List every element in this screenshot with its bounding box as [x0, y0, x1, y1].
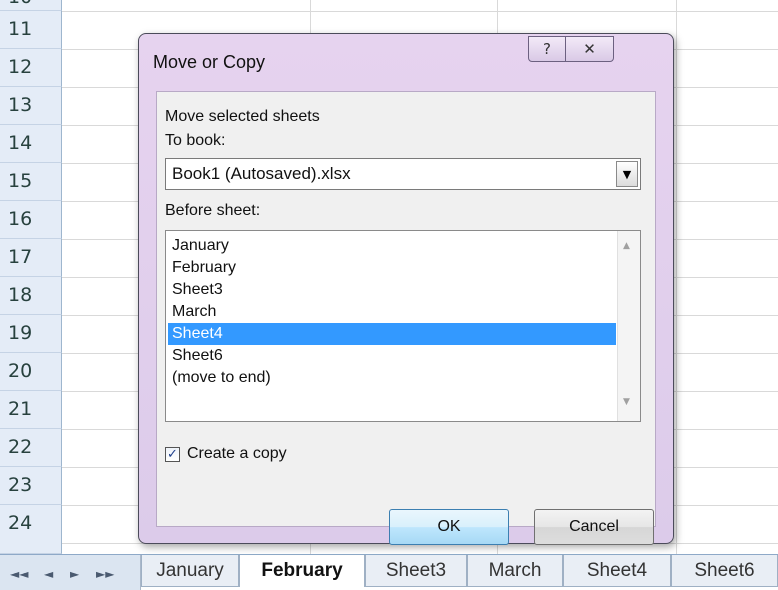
row-header[interactable]: 19	[0, 315, 62, 353]
list-scrollbar[interactable]: ▲ ▼	[617, 231, 640, 421]
row-header[interactable]: 17	[0, 239, 62, 277]
move-selected-sheets-label: Move selected sheets	[165, 108, 320, 125]
list-item[interactable]: Sheet6	[168, 345, 616, 367]
dialog-title: Move or Copy	[153, 52, 266, 72]
help-icon: ?	[543, 40, 551, 58]
list-item-selected[interactable]: Sheet4	[168, 323, 616, 345]
next-sheet-icon[interactable]: ►	[70, 567, 79, 581]
list-item[interactable]: January	[168, 235, 616, 257]
first-sheet-icon[interactable]: ◄◄	[10, 567, 28, 581]
prev-sheet-icon[interactable]: ◄	[44, 567, 53, 581]
list-item[interactable]: February	[168, 257, 616, 279]
row-header[interactable]: 23	[0, 467, 62, 505]
row-header[interactable]: 11	[0, 11, 62, 49]
list-item[interactable]: March	[168, 301, 616, 323]
dropdown-arrow-icon[interactable]: ▼	[616, 161, 638, 187]
row-header[interactable]: 20	[0, 353, 62, 391]
before-sheet-list[interactable]: January February Sheet3 March Sheet4 She…	[165, 230, 641, 422]
row-header[interactable]: 14	[0, 125, 62, 163]
close-button[interactable]: ✕	[565, 36, 614, 62]
row-header[interactable]: 13	[0, 87, 62, 125]
checkmark-icon: ✓	[167, 447, 178, 462]
scroll-down-icon[interactable]: ▼	[623, 397, 630, 407]
row-header[interactable]: 15	[0, 163, 62, 201]
scroll-up-icon[interactable]: ▲	[623, 241, 630, 251]
sheet-tab-january[interactable]: January	[141, 555, 239, 587]
row-header[interactable]: 10	[0, 0, 62, 11]
row-header[interactable]: 12	[0, 49, 62, 87]
before-sheet-label: Before sheet:	[165, 202, 261, 219]
sheet-tab-sheet4[interactable]: Sheet4	[563, 555, 671, 587]
gridline	[676, 0, 677, 554]
row-header[interactable]: 24	[0, 505, 62, 554]
sheet-tab-bar: ◄◄ ◄ ► ►► January February Sheet3 March …	[0, 554, 778, 590]
cancel-button[interactable]: Cancel	[534, 509, 654, 545]
gridline	[62, 11, 778, 12]
sheet-navigation: ◄◄ ◄ ► ►►	[0, 555, 141, 590]
row-header[interactable]: 16	[0, 201, 62, 239]
sheet-tab-february[interactable]: February	[239, 555, 365, 587]
sheet-tab-sheet6[interactable]: Sheet6	[671, 555, 778, 587]
to-book-select[interactable]: Book1 (Autosaved).xlsx ▼	[165, 158, 641, 190]
sheet-tab-march[interactable]: March	[467, 555, 563, 587]
dialog-titlebar[interactable]: Move or Copy ? ✕	[139, 34, 673, 92]
sheet-tab-sheet3[interactable]: Sheet3	[365, 555, 467, 587]
to-book-value: Book1 (Autosaved).xlsx	[172, 164, 351, 183]
dialog-body: Move selected sheets To book: Book1 (Aut…	[156, 91, 656, 545]
move-or-copy-dialog: Move or Copy ? ✕ Move selected sheets To…	[138, 33, 674, 545]
create-copy-checkbox[interactable]: ✓	[165, 447, 180, 462]
to-book-label: To book:	[165, 132, 226, 149]
row-header[interactable]: 22	[0, 429, 62, 467]
create-copy-label[interactable]: Create a copy	[187, 445, 287, 463]
ok-button[interactable]: OK	[389, 509, 509, 545]
list-item[interactable]: Sheet3	[168, 279, 616, 301]
row-header[interactable]: 18	[0, 277, 62, 315]
close-icon: ✕	[583, 40, 596, 58]
list-item[interactable]: (move to end)	[168, 367, 616, 389]
row-header[interactable]: 21	[0, 391, 62, 429]
last-sheet-icon[interactable]: ►►	[96, 567, 114, 581]
help-button[interactable]: ?	[528, 36, 566, 62]
